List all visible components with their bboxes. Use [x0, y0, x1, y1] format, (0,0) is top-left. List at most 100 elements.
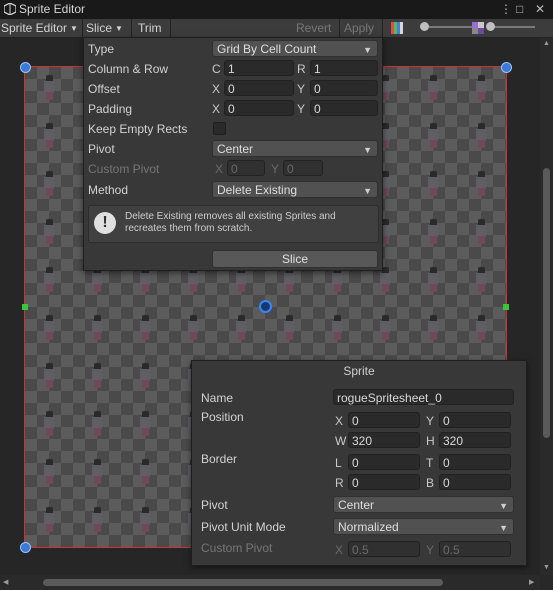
- sprite-frame-part: [478, 188, 485, 196]
- revert-button[interactable]: Revert: [296, 21, 331, 35]
- sprite-frame-part: [46, 140, 53, 148]
- offset-y-field[interactable]: 0: [310, 80, 378, 96]
- info-box: ! Delete Existing removes all existing S…: [88, 205, 379, 243]
- sprite-frame-part: [382, 236, 389, 244]
- scroll-left-icon[interactable]: ◀: [3, 578, 8, 586]
- position-x-field[interactable]: 0: [348, 412, 420, 428]
- sprite-frame-part: [238, 284, 245, 292]
- close-icon[interactable]: ✕: [535, 2, 545, 16]
- scroll-down-icon[interactable]: ▼: [543, 564, 550, 571]
- pivot-unit-mode-value: Normalized: [338, 520, 399, 534]
- sprite-frame-part: [94, 476, 101, 484]
- sprite-frame-part: [430, 332, 437, 340]
- border-t-field[interactable]: 0: [439, 454, 511, 470]
- mode-dropdown[interactable]: Sprite Editor ▼: [1, 21, 78, 35]
- sprite-frame-part: [190, 332, 197, 340]
- pivot-unit-mode-dropdown[interactable]: Normalized ▼: [333, 518, 514, 535]
- pivot-dropdown[interactable]: Center ▼: [212, 140, 378, 157]
- info-text: Delete Existing removes all existing Spr…: [125, 211, 336, 234]
- more-options-icon[interactable]: ⋮: [500, 2, 512, 16]
- offset-x-field[interactable]: 0: [224, 80, 294, 96]
- border-t-label: T: [426, 456, 434, 470]
- sprite-frame-part: [478, 92, 485, 100]
- sprite-frame: [139, 315, 151, 341]
- pivot-label: Pivot: [88, 142, 115, 156]
- toolbar-divider: [382, 19, 383, 37]
- corner-handle[interactable]: [20, 62, 31, 73]
- sprite-custom-x-field[interactable]: 0.5: [348, 541, 420, 557]
- pivot-handle[interactable]: [259, 300, 272, 313]
- maximize-icon[interactable]: □: [516, 2, 523, 16]
- apply-button[interactable]: Apply: [344, 21, 374, 35]
- sprite-frame-part: [142, 524, 149, 532]
- sprite-frame: [427, 219, 439, 245]
- toolbar-divider: [170, 19, 171, 37]
- sprite-frame: [379, 315, 391, 341]
- border-r-field[interactable]: 0: [348, 474, 420, 490]
- sprite-panel-title: Sprite: [343, 364, 375, 378]
- padding-x-label: X: [212, 102, 221, 116]
- sprite-frame: [427, 123, 439, 149]
- custom-pivot-y-field[interactable]: 0: [283, 160, 323, 176]
- sprite-frame-part: [190, 284, 197, 292]
- border-l-field[interactable]: 0: [348, 454, 420, 470]
- column-count-field[interactable]: 1: [224, 60, 294, 76]
- sprite-frame-part: [430, 284, 437, 292]
- offset-label: Offset: [88, 82, 120, 96]
- position-w-field[interactable]: 320: [348, 432, 420, 448]
- zoom-slider-handle[interactable]: [420, 22, 429, 31]
- sprite-frame-part: [46, 524, 53, 532]
- position-y-field[interactable]: 0: [439, 412, 511, 428]
- vertical-scrollbar[interactable]: ▲ ▼: [540, 38, 553, 575]
- position-h-field[interactable]: 320: [439, 432, 511, 448]
- padding-x-field[interactable]: 0: [224, 100, 294, 116]
- mip-slider-track[interactable]: [490, 26, 535, 28]
- sprite-frame-part: [46, 92, 53, 100]
- padding-label: Padding: [88, 102, 133, 116]
- scroll-up-icon[interactable]: ▲: [543, 40, 550, 47]
- sprite-frame: [43, 315, 55, 341]
- border-b-field[interactable]: 0: [439, 474, 511, 490]
- sprite-frame-part: [94, 332, 101, 340]
- custom-pivot-x-field[interactable]: 0: [227, 160, 265, 176]
- horizontal-scroll-thumb[interactable]: [43, 579, 443, 586]
- sprite-frame-part: [94, 524, 101, 532]
- sprite-frame-part: [142, 428, 149, 436]
- slice-button[interactable]: Slice: [212, 250, 378, 268]
- sprite-frame: [475, 171, 487, 197]
- sprite-frame: [43, 75, 55, 101]
- vertical-scroll-thumb[interactable]: [543, 168, 550, 438]
- custom-pivot-y-label: Y: [271, 162, 280, 176]
- column-label: C: [212, 62, 221, 76]
- position-y-label: Y: [426, 414, 435, 428]
- type-dropdown[interactable]: Grid By Cell Count ▼: [212, 40, 378, 57]
- sprite-pivot-label: Pivot: [201, 498, 228, 512]
- slice-menu-button[interactable]: Slice ▼: [86, 21, 123, 35]
- sprite-frame: [91, 459, 103, 485]
- edge-handle[interactable]: [22, 304, 28, 310]
- sprite-frame: [43, 507, 55, 533]
- keep-empty-rects-checkbox[interactable]: [213, 122, 226, 135]
- mip-slider-handle[interactable]: [486, 22, 495, 31]
- slice-menu-label: Slice: [86, 21, 113, 35]
- sprite-frame: [91, 411, 103, 437]
- sprite-frame-part: [142, 332, 149, 340]
- sprite-custom-y-field[interactable]: 0.5: [439, 541, 511, 557]
- sprite-pivot-dropdown[interactable]: Center ▼: [333, 496, 514, 513]
- sprite-custom-y-label: Y: [426, 543, 435, 557]
- border-r-label: R: [335, 476, 344, 490]
- sprite-frame: [427, 267, 439, 293]
- horizontal-scrollbar[interactable]: ◀ ▶: [0, 575, 540, 590]
- position-x-label: X: [335, 414, 344, 428]
- edge-handle[interactable]: [503, 304, 509, 310]
- padding-y-field[interactable]: 0: [310, 100, 378, 116]
- corner-handle[interactable]: [20, 542, 31, 553]
- sprite-name-field[interactable]: rogueSpritesheet_0: [333, 389, 514, 405]
- slice-popup: Type Grid By Cell Count ▼ Column & Row C …: [83, 37, 383, 271]
- color-channel-icon[interactable]: [391, 22, 403, 34]
- trim-button[interactable]: Trim: [138, 21, 162, 35]
- row-count-field[interactable]: 1: [310, 60, 378, 76]
- method-dropdown[interactable]: Delete Existing ▼: [212, 181, 378, 198]
- scroll-right-icon[interactable]: ▶: [529, 578, 534, 586]
- corner-handle[interactable]: [501, 62, 512, 73]
